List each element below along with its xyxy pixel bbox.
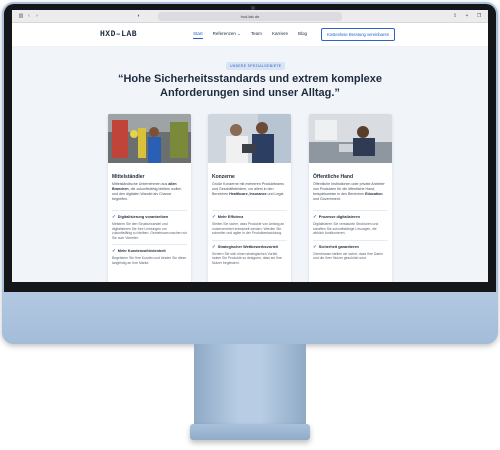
sidebar-icon[interactable]: ▥ bbox=[17, 13, 25, 19]
feature-item: ✓ Sicherheit garantieren Gemeinsam stelle… bbox=[313, 239, 388, 261]
address-bar[interactable]: hxd-lab.de bbox=[158, 12, 342, 21]
check-icon: ✓ bbox=[112, 248, 116, 254]
nav-item-blog[interactable]: Blog bbox=[298, 31, 307, 39]
imac-mockup: ▥ ‹ › ◐ hxd-lab.de ⇪ + ❐ HXD–LAB Start R… bbox=[0, 0, 500, 450]
feature-item: ✓ Mehr Kundenzufriedenheit Begeistern Sie… bbox=[112, 244, 187, 265]
check-icon: ✓ bbox=[212, 243, 216, 249]
card-title: Konzerne bbox=[212, 174, 235, 180]
forward-icon[interactable]: › bbox=[33, 13, 41, 19]
check-icon: ✓ bbox=[313, 243, 317, 249]
monitor-foot bbox=[190, 424, 310, 440]
feature-text: Sichern Sie sich einen strategischen Vor… bbox=[212, 251, 282, 265]
card-oeffentliche-hand: Öffentliche Hand Öffentliche Institution… bbox=[309, 114, 392, 282]
card-photo-warehouse bbox=[108, 114, 191, 163]
feature-text: Stellen Sie sicher, dass Produkte von An… bbox=[212, 222, 285, 236]
nav-item-karriere[interactable]: Karriere bbox=[272, 31, 288, 39]
card-photo-business bbox=[208, 114, 291, 163]
card-mittelstaendler: Mittelständler Mittelständische Unterneh… bbox=[108, 114, 191, 282]
shield-icon: ◐ bbox=[137, 13, 141, 19]
back-icon[interactable]: ‹ bbox=[25, 13, 33, 19]
site-logo[interactable]: HXD–LAB bbox=[100, 30, 137, 39]
card-description: Große Konzerne mit mehreren Produktteams… bbox=[212, 182, 285, 196]
consultation-button[interactable]: Kostenlose Beratung vereinbaren bbox=[320, 28, 396, 41]
main-menu: Start Referenzen ⌄ Team Karriere Blog bbox=[193, 31, 307, 39]
feature-item: ✓ Strategischer Wettbewerbsvorteil Sicher… bbox=[212, 239, 287, 266]
check-icon: ✓ bbox=[212, 214, 216, 219]
nav-item-start[interactable]: Start bbox=[193, 31, 203, 39]
site-header: HXD–LAB Start Referenzen ⌄ Team Karriere… bbox=[12, 23, 488, 47]
monitor-chin bbox=[2, 292, 498, 344]
feature-item: ✓ Digitalisierung vorantreiben Meistern S… bbox=[112, 210, 187, 240]
feature-text: Meistern Sie den Strukturwandel und digi… bbox=[112, 222, 187, 240]
nav-item-referenzen[interactable]: Referenzen ⌄ bbox=[213, 31, 241, 39]
tabs-icon[interactable]: ❐ bbox=[475, 13, 483, 19]
new-tab-icon[interactable]: + bbox=[463, 13, 471, 19]
hero-headline: “Hohe Sicherheitsstandards und extrem ko… bbox=[117, 73, 383, 99]
feature-item: ✓ Mehr Effizienz Stellen Sie sicher, dass… bbox=[212, 210, 287, 236]
card-description: Öffentliche Institutionen oder private A… bbox=[313, 182, 385, 201]
card-description: Mittelständische Unternehmen aus allen B… bbox=[112, 182, 182, 201]
feature-text: Begeistern Sie Ihre Kunden und binden Si… bbox=[112, 256, 187, 265]
card-title: Mittelständler bbox=[112, 174, 145, 180]
check-icon: ✓ bbox=[112, 214, 116, 219]
feature-text: Digitalisieren Sie verstaubte Strukturen… bbox=[313, 222, 379, 236]
share-icon[interactable]: ⇪ bbox=[451, 13, 459, 19]
feature-item: ✓ Prozesse digitalisieren Digitalisieren … bbox=[313, 210, 388, 236]
section-badge: UNSERE SPEZIALGEBIETE bbox=[226, 62, 286, 70]
feature-text: Gemeinsam stellen wir sicher, dass Ihre … bbox=[313, 251, 383, 261]
card-konzerne: Konzerne Große Konzerne mit mehreren Pro… bbox=[208, 114, 291, 282]
card-title: Öffentliche Hand bbox=[313, 174, 354, 180]
nav-item-team[interactable]: Team bbox=[251, 31, 262, 39]
monitor-stand bbox=[194, 344, 306, 424]
browser-window: ▥ ‹ › ◐ hxd-lab.de ⇪ + ❐ HXD–LAB Start R… bbox=[12, 10, 488, 282]
browser-toolbar: ▥ ‹ › ◐ hxd-lab.de ⇪ + ❐ bbox=[12, 10, 488, 23]
card-photo-office bbox=[309, 114, 392, 163]
check-icon: ✓ bbox=[313, 214, 317, 219]
